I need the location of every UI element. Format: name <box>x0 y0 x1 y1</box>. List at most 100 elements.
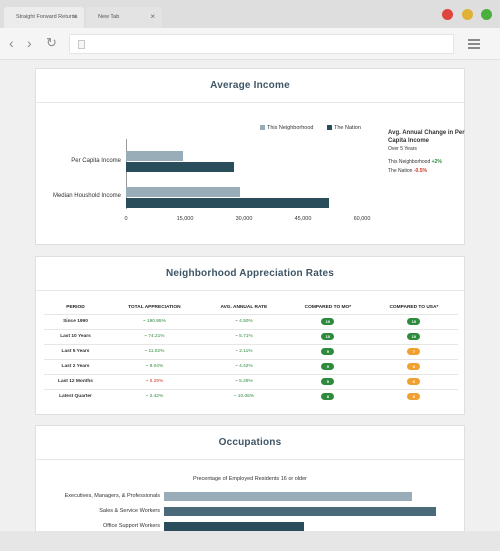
back-icon[interactable]: ‹ <box>9 35 14 51</box>
occupations-card: Occupations Precentage of Employed Resid… <box>35 425 465 531</box>
tab-new-tab[interactable]: New Tab × <box>86 7 162 28</box>
tab-title: Straight Forward Returns <box>16 14 78 20</box>
chart-subtitle: Precentage of Employed Residents 16 or o… <box>192 476 308 482</box>
annual-change-title: Avg. Annual Change in Per Capita Income <box>388 130 465 144</box>
reload-icon[interactable]: ↻ <box>46 35 57 51</box>
score-badge: 9 <box>321 348 335 355</box>
score-badge: 6 <box>407 393 421 401</box>
legend-item-nation: The Nation <box>327 125 361 131</box>
table-header-row: PERIOD TOTAL APPRECIATION AVG. ANNUAL RA… <box>44 302 458 314</box>
score-badge: 6 <box>407 378 421 385</box>
bar-per-capita-nation <box>126 162 235 172</box>
appreciation-table: PERIOD TOTAL APPRECIATION AVG. ANNUAL RA… <box>44 302 458 404</box>
browser-bottom-bar <box>0 531 500 551</box>
total-appreciation-cell: ~ 9.04% <box>106 358 202 374</box>
score-badge: 8 <box>321 393 335 401</box>
annual-rate-cell: ~ 5.29% <box>201 373 286 389</box>
column-header: COMPARED TO USA* <box>389 305 439 311</box>
category-label: Median Houshold Income <box>52 193 121 199</box>
compared-usa-cell: 6 <box>369 388 458 404</box>
score-badge: 9 <box>321 363 335 370</box>
annual-rate-cell: ~ 4.42% <box>201 358 286 374</box>
annual-rate-cell: ~ 4.50% <box>201 313 286 329</box>
minimize-window-icon[interactable] <box>461 9 473 20</box>
compared-usa-cell: 7 <box>369 343 458 359</box>
period-cell: Last 2 Years <box>44 358 107 374</box>
bar-per-capita-neighborhood <box>126 151 184 161</box>
score-badge: 7 <box>407 348 421 355</box>
column-header: TOTAL APPRECIATION <box>128 305 181 311</box>
compared-mo-cell: 9 <box>286 343 370 359</box>
bar-household-neighborhood <box>126 187 241 197</box>
bar-household-nation <box>126 198 329 208</box>
score-badge: 10 <box>321 318 335 325</box>
bar-sales-service <box>164 507 437 516</box>
category-label: Sales & Service Workers <box>99 508 160 514</box>
table-row: Last 12 Months ~ 5.29% ~ 5.29% 9 6 <box>44 373 458 389</box>
total-appreciation-cell: ~ 5.29% <box>106 373 202 389</box>
compared-usa-cell: 6 <box>369 358 458 374</box>
compared-mo-cell: 10 <box>286 313 370 329</box>
column-header: COMPARED TO MO* <box>304 305 352 311</box>
score-badge: 10 <box>407 318 421 325</box>
table-row: Latest Quarter ~ 2.42% ~ 10.06% 8 6 <box>44 388 458 404</box>
annual-rate-cell: ~ 5.71% <box>201 328 286 344</box>
compared-usa-cell: 6 <box>369 373 458 389</box>
close-tab-icon[interactable]: × <box>150 12 155 21</box>
window-controls <box>438 7 492 25</box>
annual-rate-cell: ~ 2.11% <box>201 343 286 359</box>
page-viewport: Average Income This Neighborhood The Nat… <box>0 60 500 531</box>
total-appreciation-cell: ~ 2.42% <box>106 388 202 404</box>
bar-office-support <box>164 522 305 531</box>
average-income-card: Average Income This Neighborhood The Nat… <box>35 68 465 245</box>
annual-change-nation: The Nation -0.5% <box>388 168 427 174</box>
browser-toolbar: ‹ › ↻ <box>0 28 500 60</box>
x-tick: 60,000 <box>353 216 371 222</box>
tab-bar: Straight Forward Returns × New Tab × <box>0 0 500 28</box>
total-appreciation-cell: ~ 11.02% <box>106 343 202 359</box>
maximize-window-icon[interactable] <box>481 9 492 20</box>
close-window-icon[interactable] <box>442 9 454 20</box>
period-cell: Last 12 Months <box>44 373 107 389</box>
table-row: Last 5 Years ~ 11.02% ~ 2.11% 9 7 <box>44 343 458 359</box>
column-header: AVG. ANNUAL RATE <box>220 305 268 311</box>
compared-usa-cell: 10 <box>369 313 458 329</box>
compared-mo-cell: 8 <box>286 388 370 404</box>
x-tick: 30,000 <box>235 216 253 222</box>
card-title: Occupations <box>36 426 464 460</box>
compared-mo-cell: 10 <box>286 328 370 344</box>
x-tick: 0 <box>124 216 128 222</box>
score-badge: 6 <box>407 363 421 370</box>
period-cell: Latest Quarter <box>44 388 107 404</box>
appreciation-rates-card: Neighborhood Appreciation Rates PERIOD T… <box>35 256 465 415</box>
score-badge: 10 <box>321 333 335 340</box>
compared-mo-cell: 9 <box>286 373 370 389</box>
x-tick: 45,000 <box>294 216 312 222</box>
total-appreciation-cell: ~ 190.95% <box>106 313 202 329</box>
annual-change-neighborhood: This Neighborhood +2% <box>388 159 442 165</box>
legend-swatch <box>260 125 265 130</box>
forward-icon[interactable]: › <box>27 35 32 51</box>
score-badge: 10 <box>407 333 421 340</box>
card-title: Neighborhood Appreciation Rates <box>36 257 464 291</box>
table-row: Last 2 Years ~ 9.04% ~ 4.42% 9 6 <box>44 358 458 374</box>
address-bar[interactable] <box>69 34 454 54</box>
period-cell: Last 10 Years <box>44 328 107 344</box>
annual-change-subtitle: Over 5 Years <box>388 146 417 152</box>
page-icon <box>78 40 85 49</box>
table-row: Since 1990 ~ 190.95% ~ 4.50% 10 10 <box>44 313 458 329</box>
menu-icon[interactable] <box>468 39 480 51</box>
tab-title: New Tab <box>98 14 120 20</box>
annual-rate-cell: ~ 10.06% <box>201 388 286 404</box>
x-tick: 15,000 <box>176 216 194 222</box>
compared-usa-cell: 10 <box>369 328 458 344</box>
column-header: PERIOD <box>66 305 85 311</box>
legend-swatch <box>327 125 332 130</box>
category-label: Per Capita Income <box>71 158 121 164</box>
bar-executives <box>164 492 412 501</box>
tab-straight-forward-returns[interactable]: Straight Forward Returns × <box>4 7 84 28</box>
category-label: Executives, Managers, & Professionals <box>64 493 160 499</box>
close-tab-icon[interactable]: × <box>72 12 77 21</box>
card-title: Average Income <box>36 69 464 103</box>
period-cell: Last 5 Years <box>44 343 107 359</box>
